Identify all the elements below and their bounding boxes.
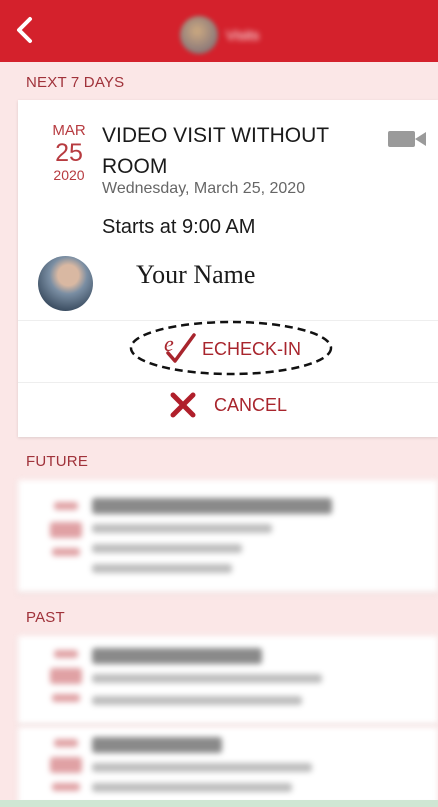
echeckin-label: ECHECK-IN (202, 339, 302, 359)
blurred-date (50, 668, 82, 684)
back-button[interactable] (14, 16, 42, 46)
blurred-line (92, 524, 272, 533)
header-avatar (180, 16, 218, 54)
appointment-year: 2020 (53, 167, 85, 183)
bottom-edge (0, 800, 438, 807)
divider (18, 382, 438, 383)
blurred-date (54, 739, 78, 747)
chevron-left-icon (17, 17, 32, 43)
future-appointment-card[interactable] (18, 480, 438, 592)
appointment-day: 25 (55, 139, 83, 167)
app-header: Visits (0, 0, 438, 62)
appointment-card[interactable]: MAR 25 2020 VIDEO VISIT WITHOUT ROOM Wed… (18, 100, 438, 437)
echeckin-button[interactable]: e ECHECK-IN (128, 318, 334, 378)
blurred-date (50, 757, 82, 773)
blurred-line (92, 564, 232, 573)
blurred-line (92, 763, 312, 772)
echeckin-icon: e (164, 331, 196, 363)
blurred-date (52, 548, 80, 556)
cancel-label: CANCEL (214, 395, 288, 415)
blurred-title (92, 648, 262, 664)
blurred-date (54, 502, 78, 510)
close-icon (170, 392, 196, 418)
header-title: Visits (226, 27, 260, 43)
blurred-date (52, 783, 80, 791)
appointment-month: MAR (52, 122, 86, 139)
provider-avatar (38, 256, 93, 311)
past-appointment-card[interactable] (18, 727, 438, 805)
blurred-line (92, 544, 242, 553)
blurred-line (92, 696, 302, 705)
video-camera-icon (388, 131, 426, 147)
section-future: FUTURE (26, 453, 89, 470)
blurred-date (52, 694, 80, 702)
appointment-date: MAR 25 2020 (44, 122, 94, 183)
section-next-7-days: NEXT 7 DAYS (26, 74, 125, 91)
blurred-title (92, 498, 332, 514)
blurred-date (54, 650, 78, 658)
section-past: PAST (26, 609, 65, 626)
appointment-full-date: Wednesday, March 25, 2020 (102, 180, 306, 197)
blurred-date (50, 522, 82, 538)
blurred-line (92, 783, 292, 792)
blurred-title (92, 737, 222, 753)
appointment-start-time: Starts at 9:00 AM (102, 216, 256, 238)
blurred-line (92, 674, 322, 683)
provider-name: Your Name (136, 260, 256, 289)
appointment-title: VIDEO VISIT WITHOUT ROOM (102, 124, 329, 178)
past-appointment-card[interactable] (18, 636, 438, 724)
